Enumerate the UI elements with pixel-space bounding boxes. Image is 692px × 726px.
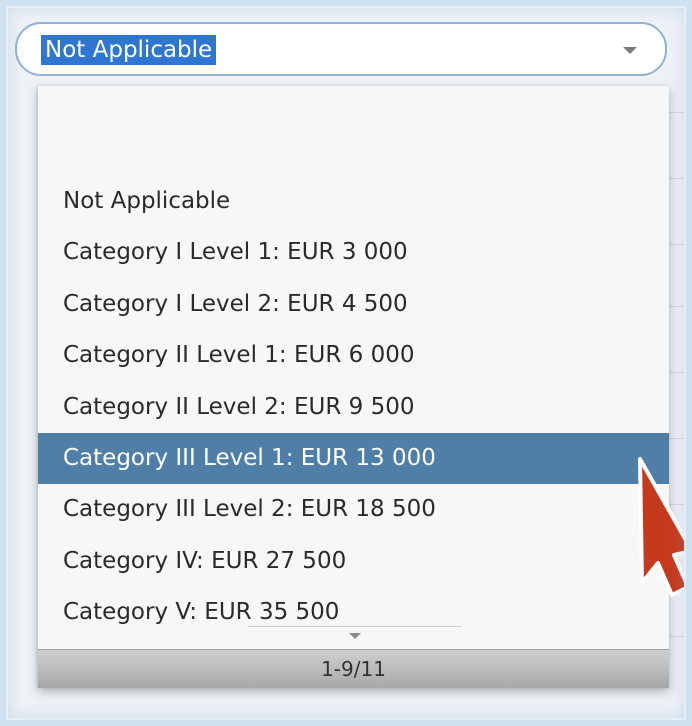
dropdown-list: Not Applicable Category I Level 1: EUR 3 … (38, 86, 669, 688)
pager-footer: 1-9/11 (38, 649, 669, 688)
pager-label: 1-9/11 (321, 657, 386, 681)
category-select[interactable]: Not Applicable (15, 22, 667, 76)
dropdown-option[interactable]: Category II Level 1: EUR 6 000 (38, 330, 669, 381)
dropdown-option[interactable]: Category I Level 1: EUR 3 000 (38, 227, 669, 278)
dropdown-option[interactable]: Not Applicable (38, 176, 669, 227)
red-arrow-icon (638, 457, 692, 597)
scroll-more-indicator[interactable] (248, 626, 462, 647)
dropdown-option[interactable]: Category IV: EUR 27 500 (38, 536, 669, 587)
dropdown-option[interactable]: Category I Level 2: EUR 4 500 (38, 279, 669, 330)
dropdown-option[interactable]: Category III Level 2: EUR 18 500 (38, 484, 669, 535)
options-list: Not Applicable Category I Level 1: EUR 3 … (38, 176, 669, 639)
dropdown-option[interactable]: Category II Level 2: EUR 9 500 (38, 382, 669, 433)
dropdown-option[interactable]: Category III Level 1: EUR 13 000 (38, 432, 669, 485)
chevron-down-icon[interactable] (349, 633, 361, 639)
select-current-value: Not Applicable (41, 35, 217, 65)
chevron-down-icon[interactable] (623, 47, 637, 54)
